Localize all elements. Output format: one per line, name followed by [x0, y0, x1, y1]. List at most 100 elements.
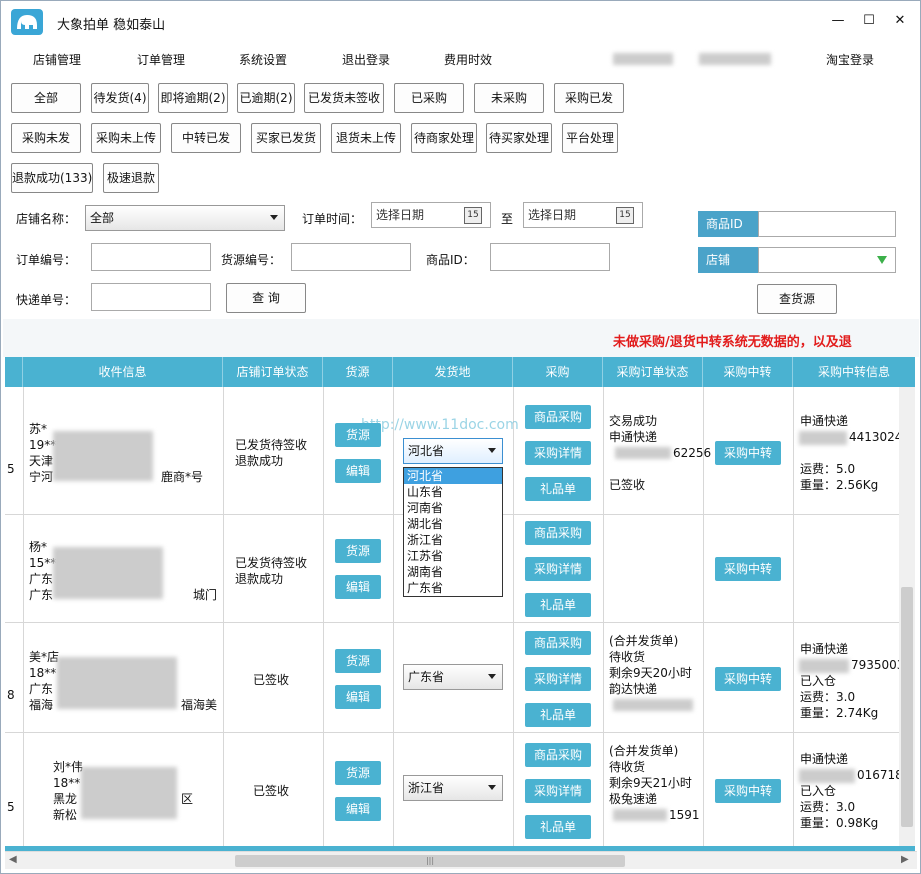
minimize-button[interactable]: —: [827, 11, 849, 31]
purchase-status-line: (合并发货单): [609, 744, 679, 758]
gift-order-button[interactable]: 礼品单: [525, 815, 591, 839]
column-header-index: [5, 357, 23, 387]
query-button[interactable]: 查 询: [226, 283, 306, 313]
filter-shipped-unsigned-button[interactable]: 已发货未签收: [304, 83, 384, 113]
filter-buyer-pending-button[interactable]: 待买家处理: [486, 123, 552, 153]
filter-return-not-uploaded-button[interactable]: 退货未上传: [331, 123, 401, 153]
menu-fee-validity[interactable]: 费用时效: [444, 51, 492, 68]
filter-transfer-shipped-button[interactable]: 中转已发: [171, 123, 241, 153]
edit-button[interactable]: 编辑: [335, 459, 381, 483]
menu-system-settings[interactable]: 系统设置: [239, 51, 287, 68]
end-date-picker[interactable]: 选择日期 15: [523, 202, 643, 228]
product-purchase-button[interactable]: 商品采购: [525, 631, 591, 655]
scroll-left-icon[interactable]: ◀: [9, 854, 17, 865]
purchase-detail-button[interactable]: 采购详情: [525, 779, 591, 803]
purchase-tracking-tail: 62256: [673, 446, 712, 460]
redacted-tracking: [799, 431, 847, 445]
edit-button[interactable]: 编辑: [335, 797, 381, 821]
menu-shop-management[interactable]: 店铺管理: [33, 51, 81, 68]
redacted-account: [699, 53, 771, 65]
find-source-button[interactable]: 查货源: [757, 284, 837, 314]
edit-button[interactable]: 编辑: [335, 575, 381, 599]
shop-order-status: 退款成功: [235, 572, 284, 586]
taobao-login-link[interactable]: 淘宝登录: [826, 51, 874, 68]
start-date-picker[interactable]: 选择日期 15: [371, 202, 491, 228]
filter-pending-ship-button[interactable]: 待发货(4): [91, 83, 149, 113]
right-product-id-input[interactable]: [758, 211, 896, 237]
horizontal-scrollbar[interactable]: ◀ ||| ▶: [5, 851, 917, 869]
purchase-transfer-button[interactable]: 采购中转: [715, 667, 781, 691]
vertical-scroll-thumb[interactable]: [901, 587, 913, 827]
filter-near-overdue-button[interactable]: 即将逾期(2): [158, 83, 228, 113]
source-button[interactable]: 货源: [335, 649, 381, 673]
filter-purchase-shipped-button[interactable]: 采购已发: [554, 83, 624, 113]
source-no-input[interactable]: [291, 243, 411, 271]
scroll-right-icon[interactable]: ▶: [901, 854, 909, 865]
purchase-tracking-tail: 1591: [669, 808, 700, 822]
filter-merchant-pending-button[interactable]: 待商家处理: [411, 123, 477, 153]
gift-order-button[interactable]: 礼品单: [525, 703, 591, 727]
recipient-name: 杨*: [29, 540, 48, 554]
column-header-purchase: 采购: [513, 357, 603, 387]
source-button[interactable]: 货源: [335, 761, 381, 785]
product-id-input[interactable]: [490, 243, 610, 271]
ship-from-select[interactable]: 广东省: [403, 664, 503, 690]
province-option[interactable]: 浙江省: [404, 532, 502, 548]
purchase-detail-button[interactable]: 采购详情: [525, 557, 591, 581]
calendar-icon[interactable]: 15: [616, 207, 634, 224]
filter-buyer-shipped-button[interactable]: 买家已发货: [251, 123, 321, 153]
gift-order-button[interactable]: 礼品单: [525, 477, 591, 501]
product-purchase-button[interactable]: 商品采购: [525, 521, 591, 545]
edit-button[interactable]: 编辑: [335, 685, 381, 709]
order-time-label: 订单时间：: [302, 212, 363, 226]
filter-purchase-unshipped-button[interactable]: 采购未发: [11, 123, 81, 153]
filter-fast-refund-button[interactable]: 极速退款: [103, 163, 159, 193]
ship-from-select[interactable]: 浙江省: [403, 775, 503, 801]
chevron-down-icon: [488, 674, 496, 679]
shop-order-status: 已签收: [253, 673, 290, 687]
calendar-icon[interactable]: 15: [464, 207, 482, 224]
close-button[interactable]: ✕: [889, 11, 911, 31]
filter-platform-handling-button[interactable]: 平台处理: [562, 123, 618, 153]
ship-from-select[interactable]: 河北省: [403, 438, 503, 464]
filter-purchase-not-uploaded-button[interactable]: 采购未上传: [91, 123, 161, 153]
filter-overdue-button[interactable]: 已逾期(2): [237, 83, 295, 113]
right-shop-select[interactable]: [758, 247, 896, 273]
purchase-status-line: 韵达快递: [609, 682, 658, 696]
vertical-scrollbar[interactable]: [899, 387, 915, 847]
province-option[interactable]: 广东省: [404, 580, 502, 596]
province-dropdown-list[interactable]: 河北省 山东省 河南省 湖北省 浙江省 江苏省 湖南省 广东省: [403, 467, 503, 597]
source-button[interactable]: 货源: [335, 539, 381, 563]
purchase-detail-button[interactable]: 采购详情: [525, 441, 591, 465]
filter-not-purchased-button[interactable]: 未采购: [474, 83, 544, 113]
province-option[interactable]: 河北省: [404, 468, 502, 484]
right-product-id-label: 商品ID: [698, 211, 758, 237]
province-option[interactable]: 山东省: [404, 484, 502, 500]
menu-logout[interactable]: 退出登录: [342, 51, 390, 68]
province-option[interactable]: 湖南省: [404, 564, 502, 580]
filter-refund-success-button[interactable]: 退款成功(133): [11, 163, 93, 193]
province-option[interactable]: 湖北省: [404, 516, 502, 532]
purchase-transfer-button[interactable]: 采购中转: [715, 779, 781, 803]
product-purchase-button[interactable]: 商品采购: [525, 405, 591, 429]
purchase-transfer-button[interactable]: 采购中转: [715, 441, 781, 465]
maximize-button[interactable]: ☐: [858, 11, 880, 31]
product-purchase-button[interactable]: 商品采购: [525, 743, 591, 767]
redacted-address: [81, 767, 177, 819]
filter-purchased-button[interactable]: 已采购: [394, 83, 464, 113]
recipient-address-tail: 城门: [193, 588, 218, 602]
purchase-transfer-button[interactable]: 采购中转: [715, 557, 781, 581]
purchase-status-line: 申通快递: [609, 430, 658, 444]
purchase-detail-button[interactable]: 采购详情: [525, 667, 591, 691]
province-option[interactable]: 江苏省: [404, 548, 502, 564]
province-option[interactable]: 河南省: [404, 500, 502, 516]
gift-order-button[interactable]: 礼品单: [525, 593, 591, 617]
order-no-input[interactable]: [91, 243, 211, 271]
filter-all-button[interactable]: 全部: [11, 83, 81, 113]
menu-order-management[interactable]: 订单管理: [137, 51, 185, 68]
column-header-source: 货源: [323, 357, 393, 387]
shop-name-select[interactable]: 全部: [85, 205, 285, 231]
transfer-info-line: 已入仓: [800, 784, 837, 798]
express-no-input[interactable]: [91, 283, 211, 311]
horizontal-scroll-thumb[interactable]: |||: [235, 855, 625, 867]
